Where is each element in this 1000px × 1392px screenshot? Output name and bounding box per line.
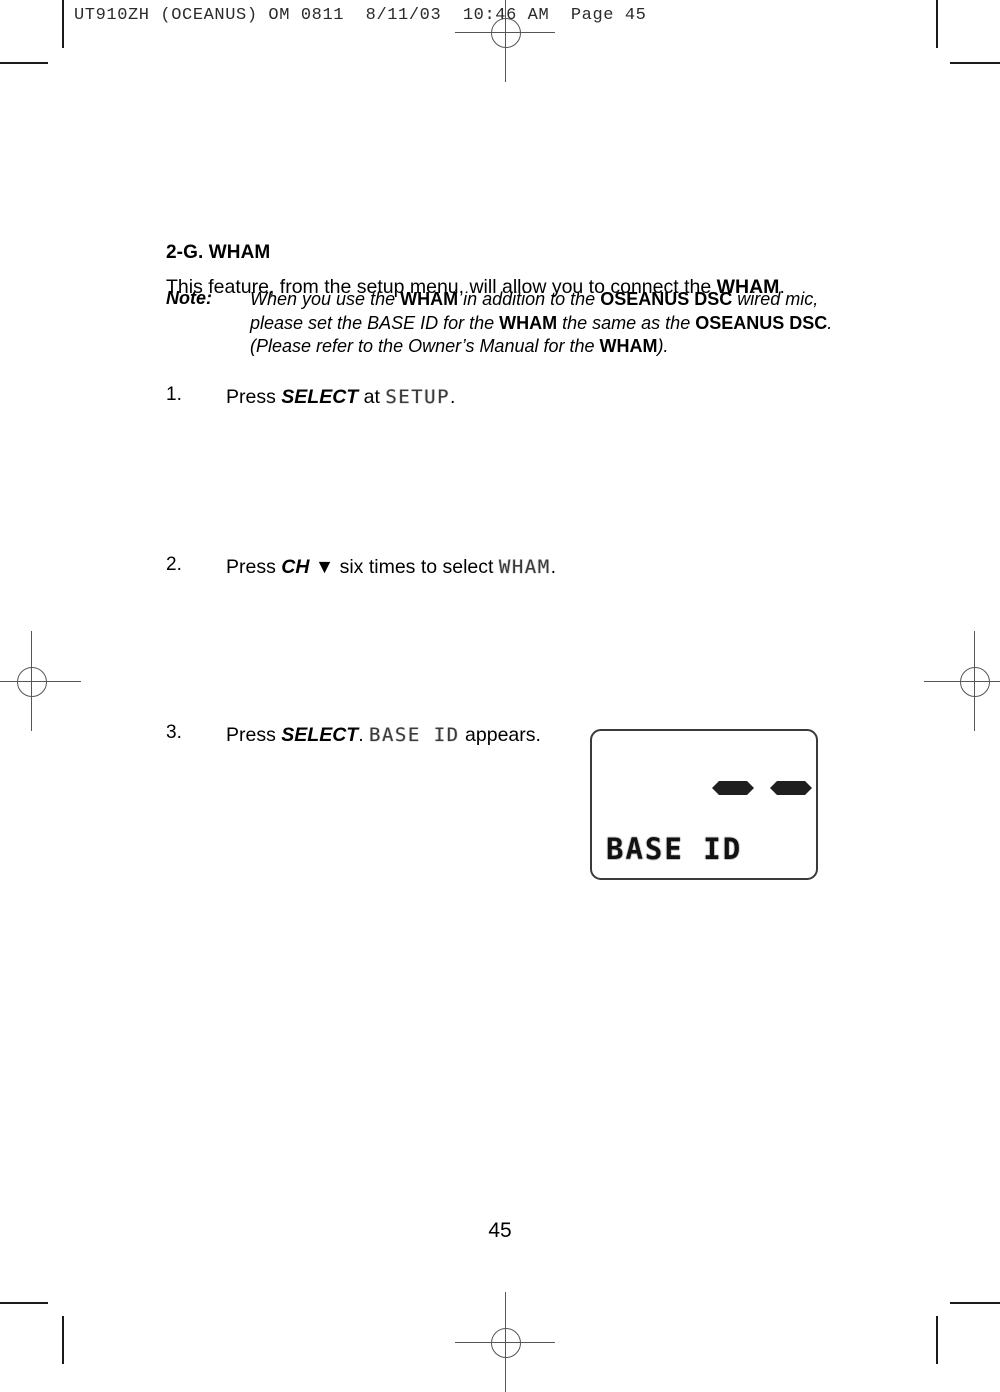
step-text: Press SELECT at SETUP.	[226, 386, 456, 408]
page-number: 45	[488, 1219, 512, 1242]
step-text: Press CH ▼ six times to select WHAM.	[226, 556, 557, 578]
lcd-dash-segment-right	[770, 781, 812, 795]
step-number: 2.	[166, 554, 182, 575]
step-number: 3.	[166, 722, 182, 743]
section-heading: 2-G. WHAM	[166, 241, 271, 263]
step-number: 1.	[166, 384, 182, 405]
note-label: Note:	[166, 288, 212, 308]
lcd-display-illustration: BASE ID	[590, 729, 818, 880]
note-body: When you use the WHAM in addition to the…	[250, 289, 833, 356]
lcd-readout-text: BASE ID	[606, 832, 743, 866]
lcd-dash-segment-left	[712, 781, 754, 795]
manual-page-body: 2-G. WHAM This feature, from the setup m…	[0, 0, 1000, 1364]
